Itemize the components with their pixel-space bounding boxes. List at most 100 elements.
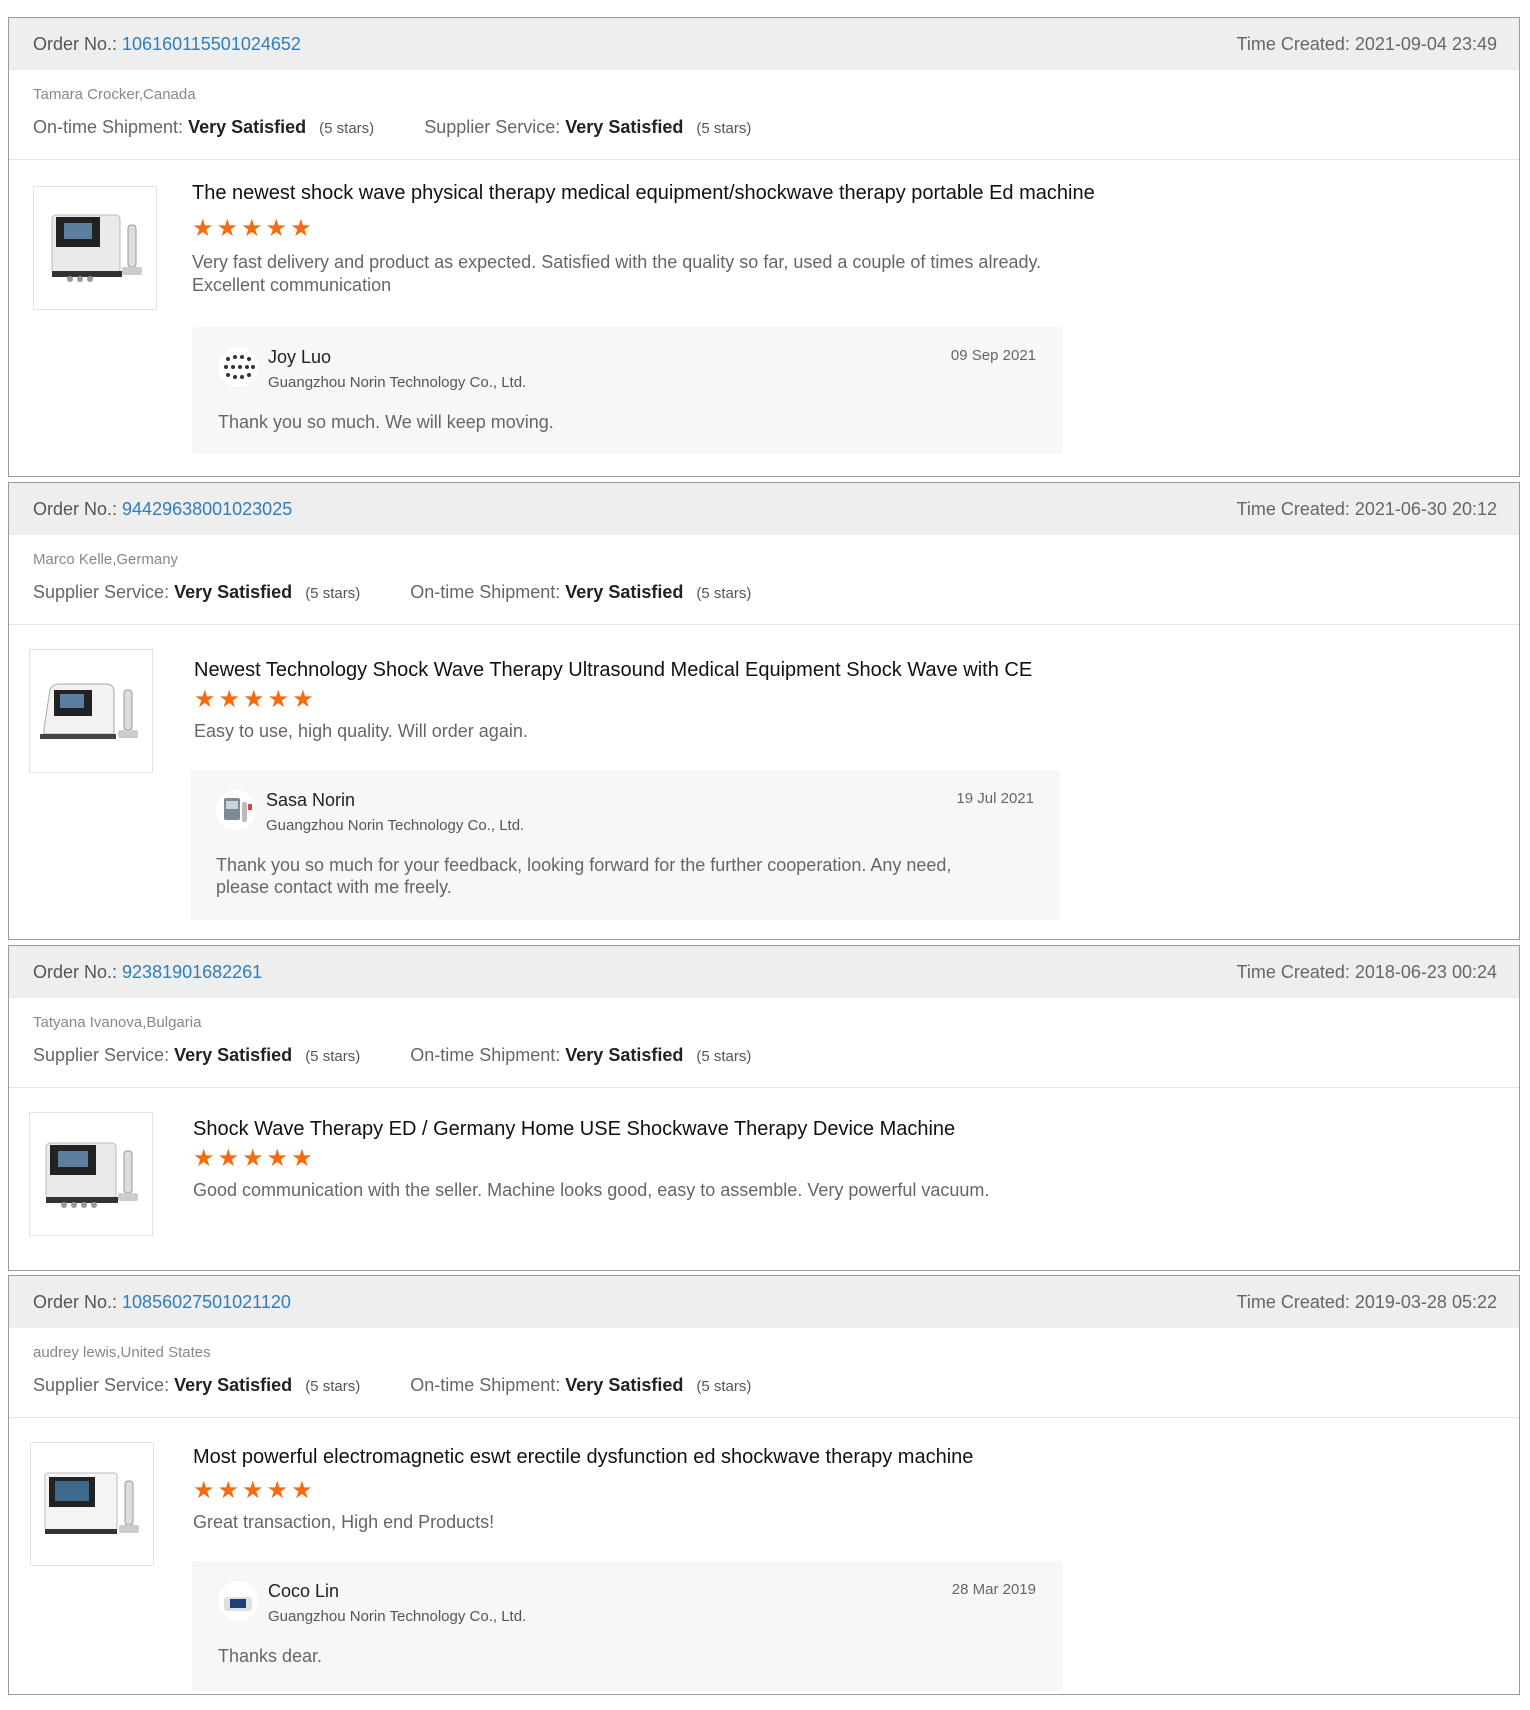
- review-text: Very fast delivery and product as expect…: [192, 252, 1042, 295]
- star-rating: ★★★★★: [194, 686, 317, 713]
- rating-on-time-shipment: On-time Shipment: Very Satisfied (5 star…: [410, 1375, 751, 1396]
- rating-stars-text: (5 stars): [696, 1048, 752, 1065]
- shockwave-device-icon: [45, 1142, 138, 1208]
- rating-label: Supplier Service:: [33, 1375, 170, 1395]
- reply-text: Thank you so much for your feedback, loo…: [216, 855, 952, 897]
- reply-author-name: Coco Lin: [268, 1581, 340, 1601]
- review-card: Order No.: 94429638001023025 Time Create…: [8, 482, 1520, 940]
- review-card: Order No.: 92381901682261 Time Created: …: [8, 945, 1520, 1271]
- reply-company: Guangzhou Norin Technology Co., Ltd.: [268, 1608, 527, 1625]
- star-rating: ★★★★★: [192, 215, 315, 242]
- rating-label: Supplier Service:: [33, 1045, 170, 1065]
- time-created: Time Created: 2021-06-30 20:12: [1236, 498, 1498, 519]
- device-avatar-icon: [224, 1597, 252, 1611]
- avatar: [218, 1581, 258, 1621]
- rating-stars-text: (5 stars): [305, 585, 361, 602]
- rating-stars-text: (5 stars): [696, 120, 752, 137]
- product-thumbnail[interactable]: [30, 1442, 154, 1566]
- rating-value: Very Satisfied: [565, 582, 684, 602]
- reply-text: Thanks dear.: [218, 1646, 323, 1666]
- time-created: Time Created: 2018-06-23 00:24: [1236, 961, 1498, 982]
- order-number: Order No.: 92381901682261: [33, 962, 262, 983]
- product-thumbnail[interactable]: [29, 1112, 153, 1236]
- buyer-name: Tatyana Ivanova,Bulgaria: [33, 1014, 202, 1031]
- rating-value: Very Satisfied: [565, 1375, 684, 1395]
- reply-company: Guangzhou Norin Technology Co., Ltd.: [266, 817, 525, 834]
- buyer-name: Marco Kelle,Germany: [33, 551, 179, 568]
- rating-supplier-service: Supplier Service: Very Satisfied (5 star…: [424, 117, 751, 138]
- rating-supplier-service: Supplier Service: Very Satisfied (5 star…: [33, 1045, 360, 1066]
- rating-value: Very Satisfied: [188, 117, 307, 137]
- avatar: [218, 347, 258, 387]
- ratings: Supplier Service: Very Satisfied (5 star…: [33, 1045, 1495, 1066]
- rating-value: Very Satisfied: [174, 1045, 293, 1065]
- reply-author-name: Sasa Norin: [266, 790, 356, 810]
- time-created: Time Created: 2019-03-28 05:22: [1236, 1291, 1498, 1312]
- review-text: Good communication with the seller. Mach…: [193, 1180, 990, 1200]
- order-number-link[interactable]: 92381901682261: [122, 962, 262, 982]
- shockwave-device-icon: [40, 683, 138, 739]
- reply-author-name: Joy Luo: [268, 347, 332, 367]
- product-title[interactable]: Newest Technology Shock Wave Therapy Ult…: [194, 659, 1499, 682]
- reply-company: Guangzhou Norin Technology Co., Ltd.: [268, 374, 527, 391]
- rating-label: On-time Shipment:: [410, 1375, 561, 1395]
- buyer-info: audrey lewis,United States Supplier Serv…: [9, 1328, 1519, 1418]
- review-text: Great transaction, High end Products!: [193, 1512, 495, 1532]
- shockwave-device-icon: [51, 214, 142, 282]
- rating-value: Very Satisfied: [174, 582, 293, 602]
- buyer-name: Tamara Crocker,Canada: [33, 86, 196, 103]
- review-card: Order No.: 106160115501024652 Time Creat…: [8, 17, 1520, 477]
- ratings: Supplier Service: Very Satisfied (5 star…: [33, 1375, 1495, 1396]
- ratings: On-time Shipment: Very Satisfied (5 star…: [33, 117, 1495, 138]
- star-rating: ★★★★★: [193, 1145, 316, 1172]
- rating-supplier-service: Supplier Service: Very Satisfied (5 star…: [33, 1375, 360, 1396]
- reply-date: 19 Jul 2021: [956, 790, 1034, 807]
- rating-value: Very Satisfied: [174, 1375, 293, 1395]
- order-number-link[interactable]: 10856027501021120: [122, 1292, 291, 1312]
- product-thumbnail[interactable]: [29, 649, 153, 773]
- rating-stars-text: (5 stars): [305, 1048, 361, 1065]
- order-number-link[interactable]: 106160115501024652: [122, 34, 301, 54]
- order-label: Order No.:: [33, 961, 123, 982]
- rating-value: Very Satisfied: [565, 1045, 684, 1065]
- rating-supplier-service: Supplier Service: Very Satisfied (5 star…: [33, 582, 360, 603]
- shockwave-device-icon: [44, 1472, 139, 1534]
- reply-header: Coco Lin Guangzhou Norin Technology Co.,…: [218, 1581, 1036, 1625]
- order-number: Order No.: 94429638001023025: [33, 499, 292, 520]
- buyer-name: audrey lewis,United States: [33, 1344, 211, 1361]
- rating-stars-text: (5 stars): [305, 1378, 361, 1395]
- order-number-link[interactable]: 94429638001023025: [122, 499, 292, 519]
- card-header: Order No.: 106160115501024652 Time Creat…: [9, 18, 1519, 70]
- review-text: Easy to use, high quality. Will order ag…: [194, 721, 528, 741]
- seller-reply: Joy Luo Guangzhou Norin Technology Co., …: [192, 327, 1062, 454]
- order-number: Order No.: 10856027501021120: [33, 1292, 291, 1313]
- rating-label: Supplier Service:: [33, 582, 170, 602]
- rating-label: On-time Shipment:: [410, 1045, 561, 1065]
- avatar: [216, 790, 256, 830]
- seller-reply: Coco Lin Guangzhou Norin Technology Co.,…: [192, 1561, 1062, 1691]
- product-title[interactable]: The newest shock wave physical therapy m…: [192, 182, 1499, 205]
- rating-stars-text: (5 stars): [319, 120, 375, 137]
- order-label: Order No.:: [33, 33, 123, 54]
- product-title[interactable]: Most powerful electromagnetic eswt erect…: [193, 1446, 1499, 1469]
- rating-value: Very Satisfied: [565, 117, 684, 137]
- buyer-info: Tamara Crocker,Canada On-time Shipment: …: [9, 70, 1519, 160]
- dotted-logo-icon: [224, 355, 255, 379]
- order-label: Order No.:: [33, 1291, 123, 1312]
- reply-header: Joy Luo Guangzhou Norin Technology Co., …: [218, 347, 1036, 391]
- rating-stars-text: (5 stars): [696, 1378, 752, 1395]
- card-header: Order No.: 92381901682261 Time Created: …: [9, 946, 1519, 998]
- review-card: Order No.: 10856027501021120 Time Create…: [8, 1275, 1520, 1695]
- order-number: Order No.: 106160115501024652: [33, 34, 301, 55]
- rating-stars-text: (5 stars): [696, 585, 752, 602]
- seller-reply: Sasa Norin Guangzhou Norin Technology Co…: [190, 770, 1060, 920]
- ratings: Supplier Service: Very Satisfied (5 star…: [33, 582, 1495, 603]
- reply-text: Thank you so much. We will keep moving.: [218, 412, 554, 432]
- card-header: Order No.: 94429638001023025 Time Create…: [9, 483, 1519, 535]
- product-title[interactable]: Shock Wave Therapy ED / Germany Home USE…: [193, 1118, 1499, 1141]
- device-avatar-icon: [224, 798, 252, 822]
- product-thumbnail[interactable]: [33, 186, 157, 310]
- star-rating: ★★★★★: [193, 1477, 316, 1504]
- order-label: Order No.:: [33, 498, 123, 519]
- reply-date: 28 Mar 2019: [951, 1581, 1036, 1598]
